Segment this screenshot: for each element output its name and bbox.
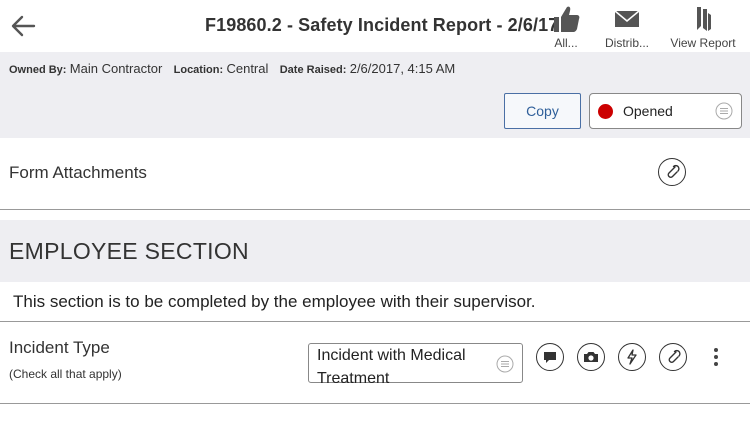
date-raised-label: Date Raised: — [279, 64, 347, 76]
divider — [0, 403, 750, 404]
meta-line: Owned By: Main Contractor Location: Cent… — [9, 61, 463, 76]
paperclip-icon — [667, 164, 680, 178]
status-value: Opened — [623, 103, 673, 119]
camera-icon — [584, 352, 598, 362]
section-header: EMPLOYEE SECTION — [0, 220, 750, 282]
all-action-label: All... — [554, 36, 578, 50]
status-dot — [598, 104, 613, 119]
form-attachments-row: Form Attachments — [0, 138, 750, 210]
more-options-icon[interactable] — [707, 346, 725, 368]
page-title: F19860.2 - Safety Incident Report - 2/6/… — [205, 15, 559, 35]
owned-by-label: Owned By: — [9, 64, 67, 76]
lightning-icon — [627, 349, 637, 365]
form-attachments-label: Form Attachments — [9, 163, 147, 182]
incident-type-hint: (Check all that apply) — [9, 367, 122, 381]
report-icon — [697, 7, 711, 31]
incident-type-value: Incident with Medical Treatment — [317, 347, 466, 387]
section-description: This section is to be completed by the e… — [13, 292, 536, 311]
issue-button[interactable] — [618, 343, 646, 371]
comment-icon — [544, 352, 556, 363]
copy-button[interactable]: Copy — [504, 93, 581, 129]
location-label: Location: — [173, 64, 224, 76]
list-icon — [496, 355, 514, 373]
all-action-button[interactable]: All... — [531, 2, 601, 50]
comment-button[interactable] — [536, 343, 564, 371]
attach-field-button[interactable] — [659, 343, 687, 371]
distribute-action-label: Distrib... — [604, 36, 649, 50]
envelope-icon — [614, 10, 640, 27]
camera-button[interactable] — [577, 343, 605, 371]
distribute-action-button[interactable]: Distrib... — [592, 2, 662, 50]
incident-type-label: Incident Type — [9, 338, 110, 357]
incident-type-select[interactable]: Incident with Medical Treatment — [308, 343, 523, 387]
view-report-button[interactable]: View Report — [668, 2, 738, 50]
thumbs-up-icon — [554, 6, 580, 32]
owned-by-value: Main Contractor — [69, 61, 163, 76]
divider — [0, 321, 750, 322]
back-arrow-icon[interactable] — [8, 10, 40, 42]
section-title: EMPLOYEE SECTION — [9, 238, 249, 264]
list-icon — [715, 102, 733, 120]
location-value: Central — [226, 61, 269, 76]
attach-button[interactable] — [658, 158, 686, 186]
date-raised-value: 2/6/2017, 4:15 AM — [349, 61, 456, 76]
status-select[interactable]: Opened — [589, 93, 742, 129]
info-bar: Owned By: Main Contractor Location: Cent… — [0, 52, 750, 138]
app-bar: F19860.2 - Safety Incident Report - 2/6/… — [0, 0, 750, 52]
paperclip-icon — [668, 349, 681, 363]
view-report-label: View Report — [670, 36, 736, 50]
